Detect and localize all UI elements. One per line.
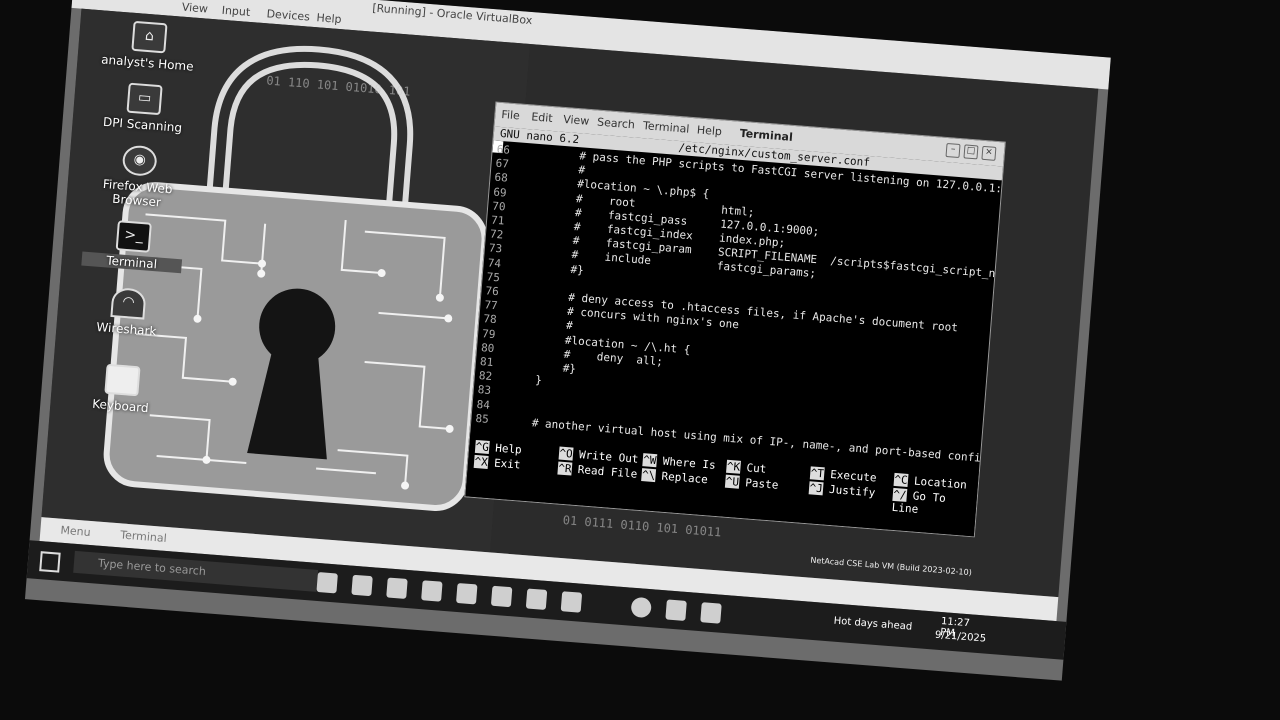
line-number: 76	[485, 284, 500, 299]
vm-build-label: NetAcad CSE Lab VM (Build 2023-02-10)	[810, 555, 973, 578]
shortcut-label[interactable]: Help	[495, 442, 522, 457]
line-number: 74	[487, 255, 502, 270]
terminal-menu-terminal[interactable]: Terminal	[643, 119, 690, 136]
line-number: 82	[478, 369, 493, 384]
home-icon: ⌂	[131, 20, 168, 54]
line-number: 67	[495, 156, 510, 171]
wireshark-icon: ◠	[110, 286, 147, 320]
line-number: 81	[479, 355, 494, 370]
file-explorer-icon[interactable]	[455, 582, 478, 605]
folder-icon: ▭	[126, 82, 163, 116]
maximize-icon[interactable]: □	[963, 144, 979, 160]
vbox-menu-help[interactable]: Help	[316, 11, 342, 26]
store-icon[interactable]	[386, 577, 408, 599]
desktop-icon-dpi-scanning[interactable]: ▭ DPI Scanning	[92, 80, 195, 136]
line-number: 80	[480, 340, 495, 355]
shortcut-key: ^X	[473, 454, 489, 469]
line-number: 69	[492, 185, 508, 200]
desktop-icon-keyboard[interactable]: Keyboard	[70, 361, 173, 417]
vm-display[interactable]: 01 110 101 01010 101 01 110 101 011 0101…	[41, 8, 1099, 598]
close-icon[interactable]: ×	[981, 145, 997, 161]
virtualbox-icon[interactable]	[665, 599, 687, 621]
guest-task-terminal[interactable]: Terminal	[120, 528, 167, 545]
line-number: 73	[488, 241, 503, 256]
shortcut-label[interactable]: Replace	[661, 470, 708, 487]
windows-start-icon[interactable]	[39, 551, 61, 573]
shortcut-key: ^/	[892, 487, 908, 502]
shortcut-key: ^R	[557, 461, 573, 476]
task-view-icon[interactable]	[316, 571, 338, 594]
briefcase-icon[interactable]	[421, 580, 443, 602]
code-line: }	[508, 371, 543, 388]
line-number: 84	[476, 397, 491, 412]
shortcut-key: ^T	[809, 466, 825, 481]
shortcut-pair: ^C Location ^/Go To Line	[891, 472, 978, 520]
terminal-menu-view[interactable]: View	[563, 113, 590, 128]
vbox-menu-input[interactable]: Input	[221, 4, 250, 19]
shortcut-pair: ^O Write Out ^R Read File	[557, 446, 639, 481]
shortcut-pair: ^W Where Is ^\ Replace	[641, 453, 716, 487]
desktop-icon-home[interactable]: ⌂ analyst's Home	[97, 18, 200, 74]
shortcut-key: ^O	[558, 446, 574, 461]
terminal-menu-search[interactable]: Search	[597, 116, 636, 132]
app-icon[interactable]	[525, 588, 548, 610]
nano-editor[interactable]: 66 # pass the PHP scripts to FastCGI ser…	[471, 140, 1002, 469]
shortcut-pair: ^T Execute ^J Justify	[808, 466, 877, 500]
line-number: 72	[489, 227, 504, 242]
line-number: 77	[483, 298, 499, 313]
line-number: 79	[481, 326, 496, 341]
weather-text[interactable]: Hot days ahead	[833, 616, 912, 633]
app-icon[interactable]	[560, 591, 583, 613]
line-number: 78	[482, 312, 498, 327]
shortcut-key: ^G	[474, 439, 490, 455]
binary-text: 01 0111 0110 101 01011	[562, 513, 722, 540]
guest-menu-button[interactable]: Menu	[60, 524, 91, 539]
shortcut-label[interactable]: Exit	[494, 456, 521, 471]
line-number: 85	[475, 411, 490, 426]
clock-date[interactable]: 9/21/2025	[935, 630, 987, 645]
line-number: 70	[491, 199, 506, 214]
shortcut-key: ^J	[808, 481, 824, 496]
app-icon[interactable]	[700, 602, 722, 624]
desktop-icon-wireshark[interactable]: ◠ Wireshark	[76, 284, 179, 340]
minimize-icon[interactable]: –	[945, 142, 961, 159]
shortcut-pair: ^K Cut ^U Paste	[724, 459, 780, 492]
vbox-menu-view[interactable]: View	[181, 1, 208, 16]
chrome-icon[interactable]	[630, 596, 652, 619]
line-number: 66	[496, 142, 511, 157]
line-number: 71	[490, 213, 505, 228]
firefox-icon: ◉	[121, 144, 158, 178]
terminal-menu-file[interactable]: File	[501, 108, 520, 122]
shortcut-key: ^\	[641, 468, 657, 483]
shortcut-pair: ^G Help ^X Exit	[473, 439, 522, 472]
desktop-icon-terminal[interactable]: >_ Terminal	[81, 218, 184, 274]
terminal-icon: >_	[115, 220, 152, 253]
shortcut-label[interactable]: Where Is	[662, 455, 716, 472]
line-number: 68	[493, 171, 509, 186]
shortcut-label[interactable]: Justify	[829, 483, 876, 500]
line-number: 83	[477, 383, 492, 398]
shortcut-label[interactable]: Paste	[745, 476, 779, 492]
app-icon[interactable]	[490, 585, 513, 608]
shortcut-label[interactable]: Location	[913, 474, 967, 491]
shortcut-key: ^K	[726, 459, 742, 474]
terminal-menu-help[interactable]: Help	[696, 123, 722, 138]
terminal-title: Terminal	[739, 126, 794, 144]
monitor-screen: View Input Devices Help [Running] - Orac…	[24, 0, 1111, 681]
shortcut-label[interactable]: Read File	[577, 463, 637, 481]
shortcut-key: ^U	[724, 474, 740, 489]
keyboard-icon	[104, 363, 141, 397]
shortcut-label[interactable]: Execute	[830, 468, 877, 485]
chat-icon[interactable]	[351, 574, 373, 597]
terminal-window[interactable]: File Edit View Search Terminal Help Term…	[464, 101, 1006, 538]
line-number: 75	[486, 270, 501, 285]
vbox-window-title: [Running] - Oracle VirtualBox	[371, 1, 533, 28]
terminal-menu-edit[interactable]: Edit	[531, 110, 553, 125]
vbox-menu-devices[interactable]: Devices	[266, 7, 310, 23]
shortcut-label[interactable]: Cut	[746, 461, 767, 476]
system-tray: Hot days ahead 11:27 PM 9/21/2025	[814, 602, 986, 645]
desktop-icon-firefox[interactable]: ◉ Firefox Web Browser	[86, 142, 191, 212]
shortcut-key: ^C	[893, 472, 909, 487]
shortcut-key: ^W	[642, 453, 658, 468]
